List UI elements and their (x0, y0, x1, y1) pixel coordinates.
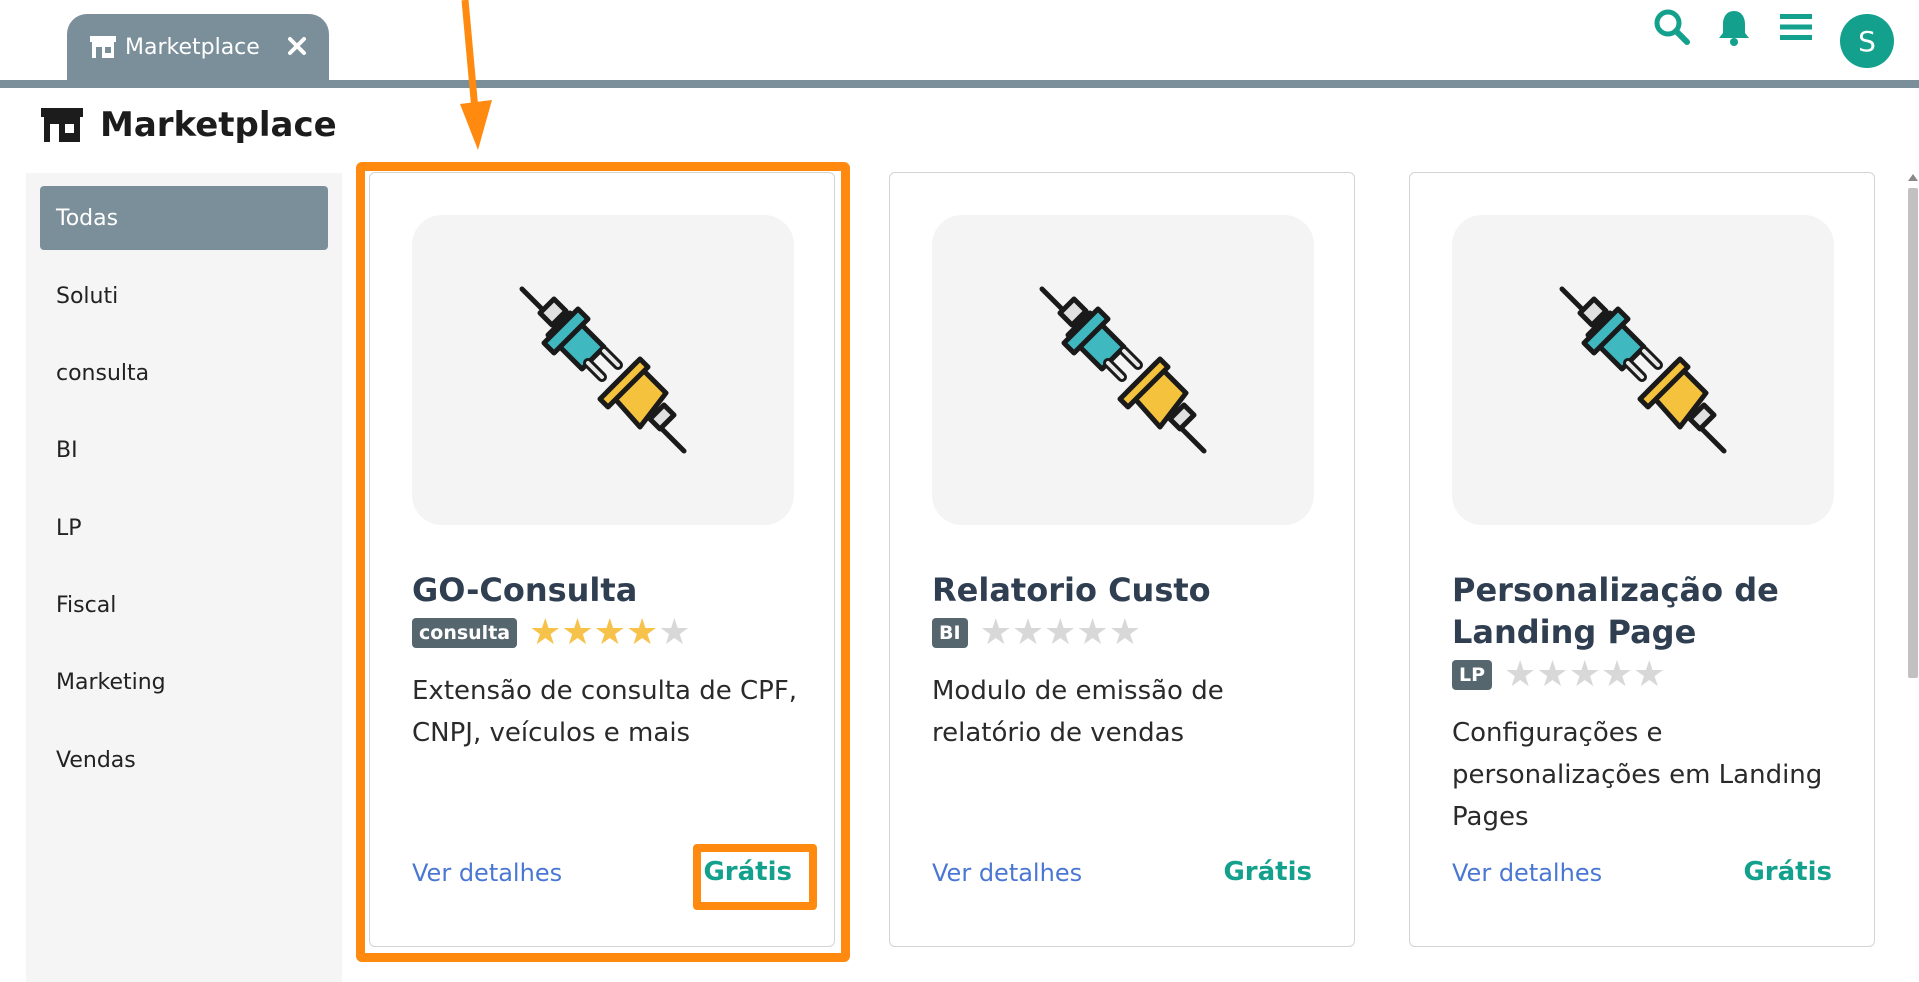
sidebar-item-label: LP (56, 515, 82, 541)
bell-icon (1719, 11, 1749, 46)
sidebar-item-label: BI (56, 437, 78, 463)
product-card-landing-page[interactable]: Personalização de Landing Page LP ★ ★ ★ … (1409, 172, 1875, 947)
plug-icon (1559, 286, 1727, 454)
sidebar-item-label: Soluti (56, 283, 119, 309)
top-bar: Marketplace S (0, 0, 1919, 80)
product-description: Modulo de emissão de relatório de vendas (932, 676, 1224, 748)
rating-stars: ★ ★ ★ ★ ★ (1504, 657, 1665, 693)
details-link[interactable]: Ver detalhes (932, 859, 1082, 887)
sidebar-item-bi[interactable]: BI (40, 418, 328, 482)
top-bar-divider (0, 80, 1919, 88)
avatar[interactable]: S (1840, 14, 1894, 68)
product-title: Personalização de Landing Page (1452, 571, 1779, 651)
product-description: Configurações e personalizações em Landi… (1452, 718, 1823, 832)
product-thumbnail (1452, 215, 1834, 525)
search-button[interactable] (1650, 0, 1694, 54)
product-meta: LP ★ ★ ★ ★ ★ (1452, 657, 1665, 693)
sidebar-item-lp[interactable]: LP (40, 496, 328, 560)
category-sidebar: Todas Soluti consulta BI LP Fiscal Marke… (26, 173, 342, 982)
sidebar-item-label: consulta (56, 360, 150, 386)
category-badge: consulta (412, 618, 518, 648)
sidebar-item-todas[interactable]: Todas (40, 186, 328, 250)
product-card-go-consulta[interactable]: GO-Consulta consulta ★ ★ ★ ★ ★ Extensão … (369, 172, 835, 947)
product-title: Relatorio Custo (932, 571, 1211, 609)
scrollbar[interactable] (1905, 172, 1919, 982)
category-badge: BI (932, 618, 968, 648)
plug-icon (1039, 286, 1207, 454)
price-button[interactable]: Grátis (1223, 857, 1312, 887)
star-icon: ★ (1600, 654, 1634, 695)
star-icon: ★ (1011, 612, 1045, 653)
details-link[interactable]: Ver detalhes (1452, 859, 1602, 887)
price-button[interactable]: Grátis (703, 857, 792, 887)
product-title: GO-Consulta (412, 571, 638, 609)
price-button[interactable]: Grátis (1743, 857, 1832, 887)
tab-label: Marketplace (125, 34, 260, 60)
details-link[interactable]: Ver detalhes (412, 859, 562, 887)
sidebar-item-marketing[interactable]: Marketing (40, 650, 328, 714)
star-icon: ★ (1076, 612, 1109, 653)
star-icon: ★ (561, 612, 594, 653)
product-description: Extensão de consulta de CPF, CNPJ, veícu… (412, 676, 798, 748)
rating-stars: ★ ★ ★ ★ ★ (980, 615, 1141, 651)
star-icon: ★ (1108, 612, 1141, 653)
category-badge: LP (1452, 660, 1493, 690)
search-icon (1654, 9, 1690, 45)
tab-marketplace[interactable]: Marketplace (67, 14, 329, 80)
store-icon (41, 108, 83, 142)
product-meta: BI ★ ★ ★ ★ ★ (932, 615, 1141, 651)
sidebar-item-label: Fiscal (56, 592, 117, 618)
star-icon: ★ (979, 612, 1012, 653)
star-icon: ★ (1504, 654, 1537, 695)
product-thumbnail (412, 215, 794, 525)
menu-button[interactable] (1774, 0, 1818, 54)
sidebar-item-vendas[interactable]: Vendas (40, 728, 328, 792)
sidebar-item-label: Marketing (56, 669, 166, 695)
star-icon: ★ (529, 612, 562, 653)
star-icon: ★ (1044, 612, 1077, 653)
product-thumbnail (932, 215, 1314, 525)
sidebar-item-label: Todas (56, 205, 119, 231)
menu-icon (1780, 14, 1812, 40)
star-icon: ★ (1536, 654, 1569, 695)
star-icon: ★ (1568, 654, 1601, 695)
rating-stars: ★ ★ ★ ★ ★ (529, 615, 690, 651)
star-icon: ★ (593, 612, 626, 653)
scroll-up-arrow[interactable] (1908, 174, 1918, 181)
avatar-initial: S (1858, 24, 1876, 58)
scrollbar-thumb[interactable] (1908, 188, 1918, 678)
star-icon: ★ (625, 612, 659, 653)
close-icon[interactable] (287, 36, 307, 56)
sidebar-item-label: Vendas (56, 747, 136, 773)
page-header: Marketplace (40, 103, 337, 147)
sidebar-item-consulta[interactable]: consulta (40, 341, 328, 405)
notifications-button[interactable] (1712, 0, 1756, 54)
sidebar-item-soluti[interactable]: Soluti (40, 264, 328, 328)
product-card-relatorio-custo[interactable]: Relatorio Custo BI ★ ★ ★ ★ ★ Modulo de e… (889, 172, 1355, 947)
star-icon: ★ (1633, 654, 1666, 695)
sidebar-item-fiscal[interactable]: Fiscal (40, 573, 328, 637)
product-meta: consulta ★ ★ ★ ★ ★ (412, 615, 691, 651)
plug-icon (519, 286, 687, 454)
store-icon (90, 36, 116, 58)
star-icon: ★ (658, 612, 691, 653)
page-title: Marketplace (100, 105, 337, 145)
